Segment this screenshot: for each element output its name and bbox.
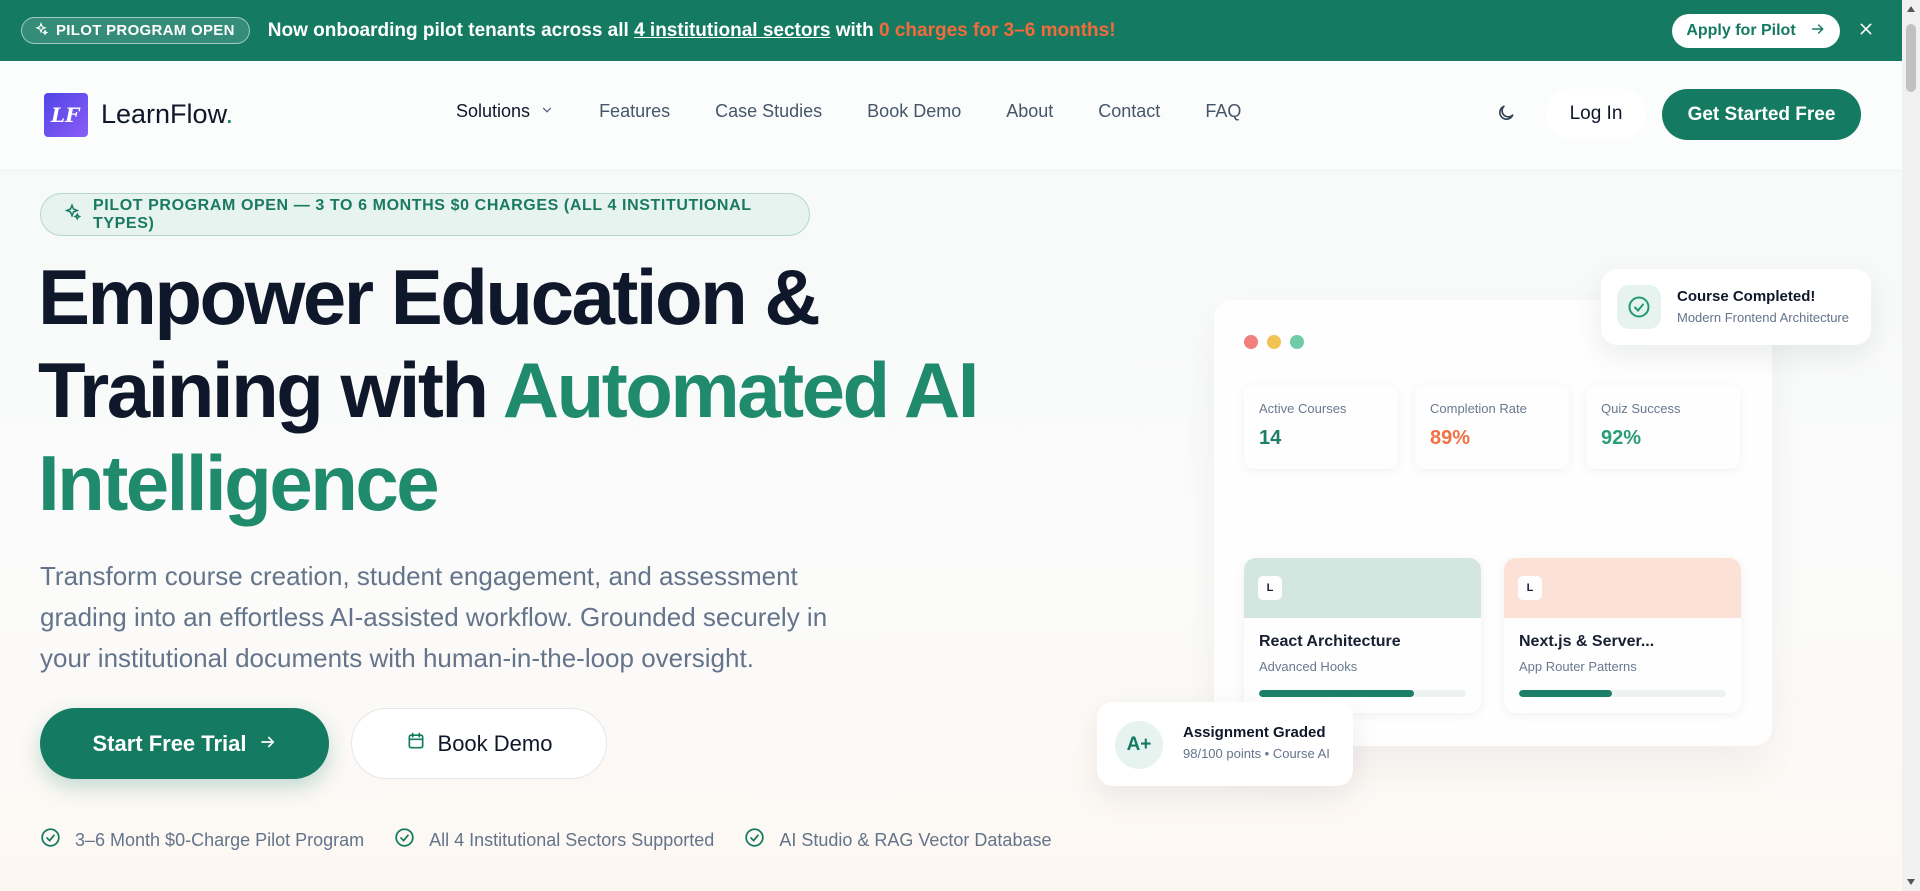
logo-icon[interactable]: LF (44, 93, 88, 137)
hero-title-line1: Empower Education & (38, 253, 821, 341)
nav-item-case-studies[interactable]: Case Studies (715, 101, 822, 122)
toast-title: Assignment Graded (1183, 724, 1326, 741)
check-label: All 4 Institutional Sectors Supported (429, 829, 715, 850)
sectors-link[interactable]: 4 institutional sectors (634, 20, 830, 41)
brand-text: LearnFlow (101, 99, 226, 129)
pilot-badge-text: PILOT PROGRAM OPEN — 3 TO 6 MONTHS $0 CH… (93, 196, 752, 232)
start-free-trial-button[interactable]: Start Free Trial (40, 708, 329, 779)
window-dots (1244, 335, 1304, 349)
nav-item-features[interactable]: Features (599, 101, 670, 122)
check-circle-icon (744, 827, 765, 853)
hero-title-accent: Automated AI (502, 346, 980, 434)
hero-title: Empower Education & Training with Automa… (38, 251, 1078, 530)
hero-title-line2: Training with (38, 346, 503, 434)
check-circle-icon (394, 827, 415, 853)
check-item: AI Studio & RAG Vector Database (744, 827, 1051, 853)
chevron-down-icon (540, 101, 554, 122)
course-title: Next.js & Server... (1519, 633, 1655, 650)
scroll-down-arrow-icon[interactable] (1907, 879, 1915, 885)
course-card[interactable]: L React Architecture Advanced Hooks (1244, 558, 1481, 713)
grade-badge: A+ (1115, 721, 1163, 769)
stat-label: Active Courses (1259, 401, 1347, 416)
nav-label: Solutions (456, 101, 531, 121)
moon-icon[interactable] (1494, 101, 1518, 125)
stat-card-active-courses: Active Courses 14 (1244, 385, 1398, 469)
stat-card-quiz-success: Quiz Success 92% (1586, 385, 1740, 469)
nav-item-book-demo[interactable]: Book Demo (867, 101, 961, 122)
stat-label: Completion Rate (1430, 401, 1527, 416)
hero-description: Transform course creation, student engag… (40, 561, 828, 673)
toast-subtitle: 98/100 points • Course AI (1183, 746, 1330, 761)
window-dot-red (1244, 335, 1258, 349)
stat-value: 14 (1259, 427, 1282, 449)
arrow-right-icon (1810, 21, 1826, 42)
get-started-button[interactable]: Get Started Free (1662, 89, 1861, 140)
nav-item-about[interactable]: About (1006, 101, 1053, 122)
dashboard-preview: Active Courses 14 Completion Rate 89% Qu… (1214, 300, 1772, 746)
apply-label: Apply for Pilot (1686, 22, 1796, 39)
pilot-pill-label: PILOT PROGRAM OPEN (56, 22, 235, 39)
book-demo-label: Book Demo (437, 730, 553, 756)
course-tag: L (1258, 576, 1282, 600)
stat-value: 92% (1601, 427, 1642, 449)
pilot-pill: PILOT PROGRAM OPEN (21, 17, 250, 44)
sparkle-icon (34, 21, 49, 40)
window-dot-green (1290, 335, 1304, 349)
announcement-text: Now onboarding pilot tenants across all (267, 19, 635, 41)
stat-value: 89% (1430, 427, 1471, 449)
course-card[interactable]: L Next.js & Server... App Router Pattern… (1504, 558, 1741, 713)
check-item: All 4 Institutional Sectors Supported (394, 827, 714, 853)
logo-initials: LF (50, 103, 81, 127)
main-nav: Solutions Features Case Studies Book Dem… (456, 101, 1286, 122)
check-label: AI Studio & RAG Vector Database (779, 829, 1052, 850)
hero-section: PILOT PROGRAM OPEN — 3 TO 6 MONTHS $0 CH… (0, 171, 1902, 891)
window-dot-yellow (1267, 335, 1281, 349)
hero-title-line3: Intelligence (38, 439, 440, 527)
start-trial-label: Start Free Trial (92, 730, 247, 756)
course-tag: L (1518, 576, 1542, 600)
announcement-bar: PILOT PROGRAM OPEN Now onboarding pilot … (0, 0, 1902, 61)
feature-checklist: 3–6 Month $0-Charge Pilot Program All 4 … (40, 827, 1081, 853)
book-demo-button[interactable]: Book Demo (351, 708, 607, 779)
check-item: 3–6 Month $0-Charge Pilot Program (40, 827, 364, 853)
toast-subtitle: Modern Frontend Architecture (1677, 310, 1849, 325)
course-subtitle: App Router Patterns (1519, 659, 1637, 674)
brand-dot: . (225, 99, 234, 129)
login-button[interactable]: Log In (1546, 89, 1646, 139)
calendar-icon (406, 731, 426, 757)
course-progress-fill (1259, 690, 1415, 697)
scrollbar-thumb[interactable] (1906, 24, 1916, 92)
pilot-badge: PILOT PROGRAM OPEN — 3 TO 6 MONTHS $0 CH… (40, 193, 810, 236)
check-circle-icon (40, 827, 61, 853)
check-label: 3–6 Month $0-Charge Pilot Program (75, 829, 365, 850)
assignment-graded-toast: A+ Assignment Graded 98/100 points • Cou… (1097, 702, 1353, 786)
nav-item-contact[interactable]: Contact (1098, 101, 1160, 122)
announcement-text-middle: with (830, 19, 880, 41)
stat-card-completion-rate: Completion Rate 89% (1415, 385, 1569, 469)
nav-item-solutions[interactable]: Solutions (456, 101, 554, 122)
arrow-right-icon (259, 731, 277, 757)
announcement-message: Now onboarding pilot tenants across all … (268, 20, 1116, 42)
site-header: LF LearnFlow. Solutions Features Case St… (0, 61, 1902, 171)
course-progress-fill (1519, 690, 1613, 697)
close-icon[interactable] (1855, 18, 1877, 40)
announcement-highlight: 0 charges for 3–6 months! (879, 19, 1116, 41)
stat-label: Quiz Success (1601, 401, 1681, 416)
course-title: React Architecture (1259, 633, 1401, 650)
nav-item-faq[interactable]: FAQ (1205, 101, 1241, 122)
page-scrollbar[interactable] (1902, 0, 1920, 891)
check-circle-icon (1617, 285, 1661, 329)
course-subtitle: Advanced Hooks (1259, 659, 1358, 674)
apply-for-pilot-button[interactable]: Apply for Pilot (1672, 14, 1840, 48)
brand-name[interactable]: LearnFlow. (101, 99, 233, 130)
course-progress-bar (1519, 690, 1726, 697)
course-completed-toast: Course Completed! Modern Frontend Archit… (1601, 269, 1871, 345)
toast-title: Course Completed! (1677, 288, 1816, 305)
scroll-up-arrow-icon[interactable] (1907, 6, 1915, 12)
course-progress-bar (1259, 690, 1466, 697)
sparkle-icon (63, 203, 82, 226)
